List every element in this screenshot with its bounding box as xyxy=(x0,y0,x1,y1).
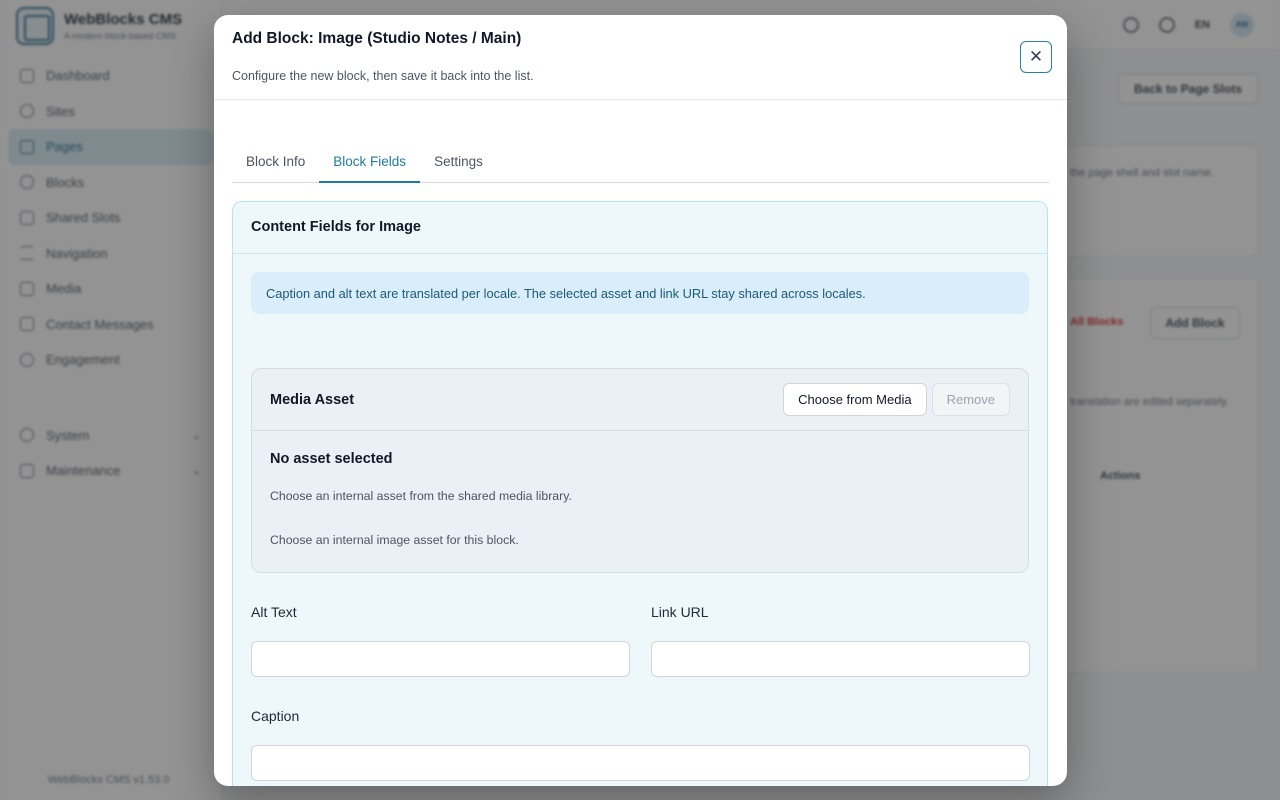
alt-text-label: Alt Text xyxy=(251,604,297,620)
asset-help-text: Choose an internal asset from the shared… xyxy=(270,489,572,503)
remove-asset-button[interactable]: Remove xyxy=(931,383,1010,416)
media-asset-title: Media Asset xyxy=(270,391,355,408)
close-button[interactable]: ✕ xyxy=(1020,41,1052,73)
content-fields-panel: Content Fields for Image Caption and alt… xyxy=(232,201,1048,786)
panel-title: Content Fields for Image xyxy=(233,202,1047,254)
add-block-modal: Add Block: Image (Studio Notes / Main) C… xyxy=(214,15,1067,786)
no-asset-text: No asset selected xyxy=(270,451,393,467)
alt-text-input[interactable] xyxy=(251,641,630,677)
tab-settings[interactable]: Settings xyxy=(420,147,497,183)
media-asset-header: Media Asset Choose from Media Remove xyxy=(252,369,1028,431)
tab-block-info[interactable]: Block Info xyxy=(232,147,319,183)
caption-input[interactable] xyxy=(251,745,1030,781)
modal-header: Add Block: Image (Studio Notes / Main) C… xyxy=(214,15,1067,100)
modal-tabs: Block Info Block Fields Settings xyxy=(232,147,1049,183)
asset-help-text: Choose an internal image asset for this … xyxy=(270,533,519,547)
media-asset-actions: Choose from Media Remove xyxy=(783,383,1010,416)
tab-block-fields[interactable]: Block Fields xyxy=(319,147,421,183)
translation-notice: Caption and alt text are translated per … xyxy=(251,272,1029,314)
modal-title: Add Block: Image (Studio Notes / Main) xyxy=(232,30,522,47)
choose-from-media-button[interactable]: Choose from Media xyxy=(783,383,927,416)
link-url-input[interactable] xyxy=(651,641,1030,677)
media-asset-card: Media Asset Choose from Media Remove No … xyxy=(251,368,1029,573)
modal-subtitle: Configure the new block, then save it ba… xyxy=(232,69,534,83)
link-url-label: Link URL xyxy=(651,604,709,620)
close-icon: ✕ xyxy=(1028,47,1044,66)
caption-label: Caption xyxy=(251,708,300,724)
media-asset-body: No asset selected Choose an internal ass… xyxy=(252,431,1028,567)
